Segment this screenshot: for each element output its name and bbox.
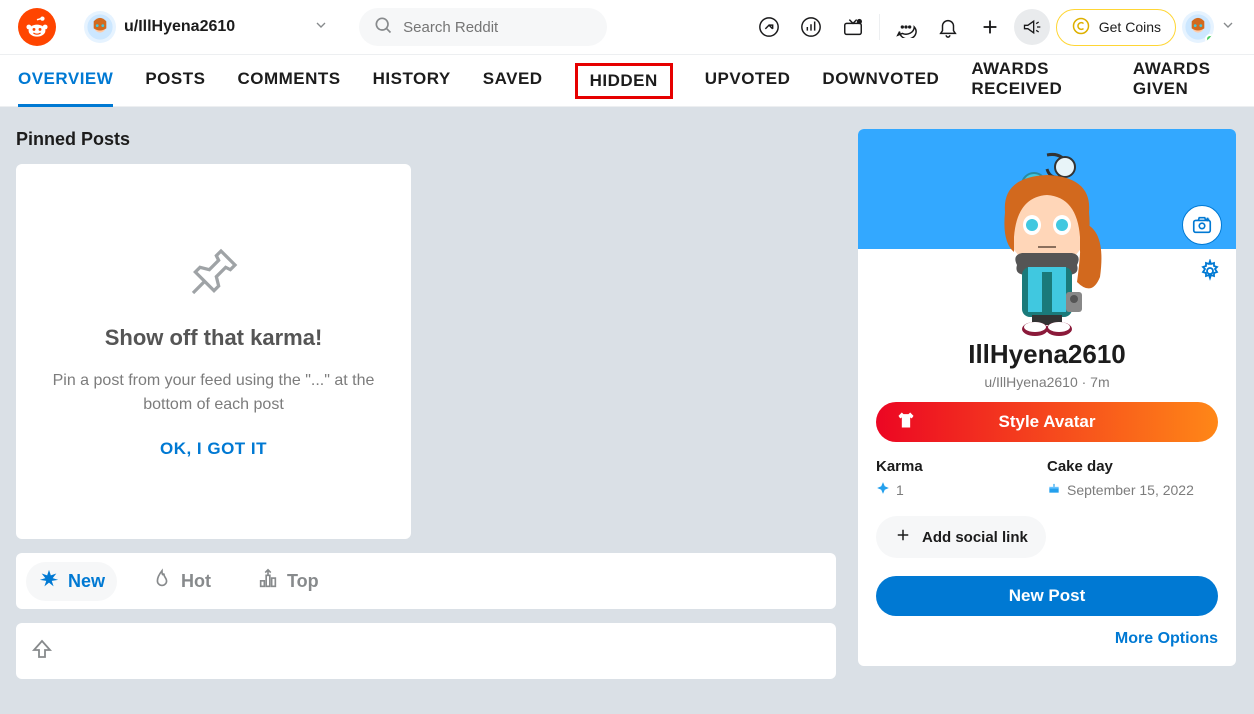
notifications-icon[interactable] <box>930 9 966 45</box>
sidebar: IllHyena2610 u/IllHyena2610 · 7m Style A… <box>858 129 1236 679</box>
search-input[interactable] <box>403 19 593 36</box>
tab-posts[interactable]: POSTS <box>145 55 205 107</box>
tab-awards-given[interactable]: AWARDS GIVEN <box>1133 55 1236 107</box>
tab-hidden[interactable]: HIDDEN <box>575 63 673 99</box>
tab-saved[interactable]: SAVED <box>483 55 543 107</box>
add-social-link-button[interactable]: Add social link <box>876 516 1046 558</box>
profile-sub-line: u/IllHyena2610 · 7m <box>876 374 1218 390</box>
sort-new-label: New <box>68 571 105 592</box>
sort-hot[interactable]: Hot <box>139 562 223 601</box>
profile-menu[interactable] <box>1182 11 1236 43</box>
sort-new[interactable]: New <box>26 562 117 601</box>
chat-icon[interactable] <box>888 9 924 45</box>
style-avatar-button[interactable]: Style Avatar <box>876 402 1218 442</box>
edit-banner-button[interactable] <box>1182 205 1222 245</box>
profile-stats: Karma 1 Cake day September 15, 2022 <box>876 458 1218 498</box>
hot-icon <box>151 568 173 595</box>
karma-stat: Karma 1 <box>876 458 1047 498</box>
cake-icon <box>1047 481 1061 498</box>
add-social-label: Add social link <box>922 529 1028 546</box>
karma-label: Karma <box>876 458 1047 475</box>
karma-icon <box>876 481 890 498</box>
user-dropdown-name: u/IllHyena2610 <box>124 18 235 36</box>
plus-icon <box>894 526 912 548</box>
karma-value: 1 <box>896 482 904 498</box>
cakeday-label: Cake day <box>1047 458 1218 475</box>
header-actions: Get Coins <box>751 9 1236 46</box>
upvote-icon[interactable] <box>30 637 54 666</box>
get-coins-button[interactable]: Get Coins <box>1056 9 1176 46</box>
tab-comments[interactable]: COMMENTS <box>237 55 340 107</box>
tab-upvoted[interactable]: UPVOTED <box>705 55 791 107</box>
pinned-description: Pin a post from your feed using the "...… <box>46 369 381 417</box>
tab-awards-received[interactable]: AWARDS RECEIVED <box>971 55 1101 107</box>
pinned-posts-title: Pinned Posts <box>16 129 836 150</box>
live-icon[interactable] <box>835 9 871 45</box>
create-post-icon[interactable] <box>972 9 1008 45</box>
main-column: Pinned Posts Show off that karma! Pin a … <box>16 129 836 679</box>
new-icon <box>38 568 60 595</box>
coin-icon[interactable] <box>793 9 829 45</box>
content-area: Pinned Posts Show off that karma! Pin a … <box>0 107 1254 701</box>
divider <box>879 14 880 40</box>
user-dropdown[interactable]: u/IllHyena2610 <box>84 11 329 43</box>
style-avatar-label: Style Avatar <box>998 412 1095 432</box>
pinned-heading: Show off that karma! <box>105 325 323 351</box>
advertise-icon[interactable] <box>1014 9 1050 45</box>
top-icon <box>257 568 279 595</box>
get-coins-label: Get Coins <box>1099 19 1161 35</box>
settings-icon[interactable] <box>1198 259 1222 288</box>
chevron-down-icon <box>313 17 329 38</box>
profile-avatar-icon <box>1182 11 1214 43</box>
feed-item-stub <box>16 623 836 679</box>
tab-history[interactable]: HISTORY <box>373 55 451 107</box>
reddit-logo[interactable] <box>18 8 56 46</box>
cakeday-stat: Cake day September 15, 2022 <box>1047 458 1218 498</box>
tab-downvoted[interactable]: DOWNVOTED <box>822 55 939 107</box>
tab-overview[interactable]: OVERVIEW <box>18 55 113 107</box>
popular-icon[interactable] <box>751 9 787 45</box>
sort-top-label: Top <box>287 571 319 592</box>
pushpin-icon <box>186 244 242 305</box>
sort-top[interactable]: Top <box>245 562 331 601</box>
sort-hot-label: Hot <box>181 571 211 592</box>
search-icon <box>373 15 393 40</box>
profile-card: IllHyena2610 u/IllHyena2610 · 7m Style A… <box>858 129 1236 666</box>
user-avatar-small <box>84 11 116 43</box>
profile-display-name: IllHyena2610 <box>876 339 1218 370</box>
search-bar[interactable] <box>359 8 607 46</box>
shirt-icon <box>896 410 916 435</box>
coin-badge-icon <box>1071 16 1091 39</box>
cakeday-value: September 15, 2022 <box>1067 482 1194 498</box>
new-post-button[interactable]: New Post <box>876 576 1218 616</box>
pinned-empty-card: Show off that karma! Pin a post from you… <box>16 164 411 539</box>
pinned-ok-button[interactable]: OK, I GOT IT <box>160 439 267 459</box>
more-options-link[interactable]: More Options <box>876 630 1218 648</box>
sort-bar: New Hot Top <box>16 553 836 609</box>
chevron-down-icon <box>1220 17 1236 38</box>
top-header: u/IllHyena2610 Get Coins <box>0 0 1254 55</box>
profile-tabs: OVERVIEW POSTS COMMENTS HISTORY SAVED HI… <box>0 55 1254 107</box>
profile-avatar-large <box>972 147 1122 337</box>
